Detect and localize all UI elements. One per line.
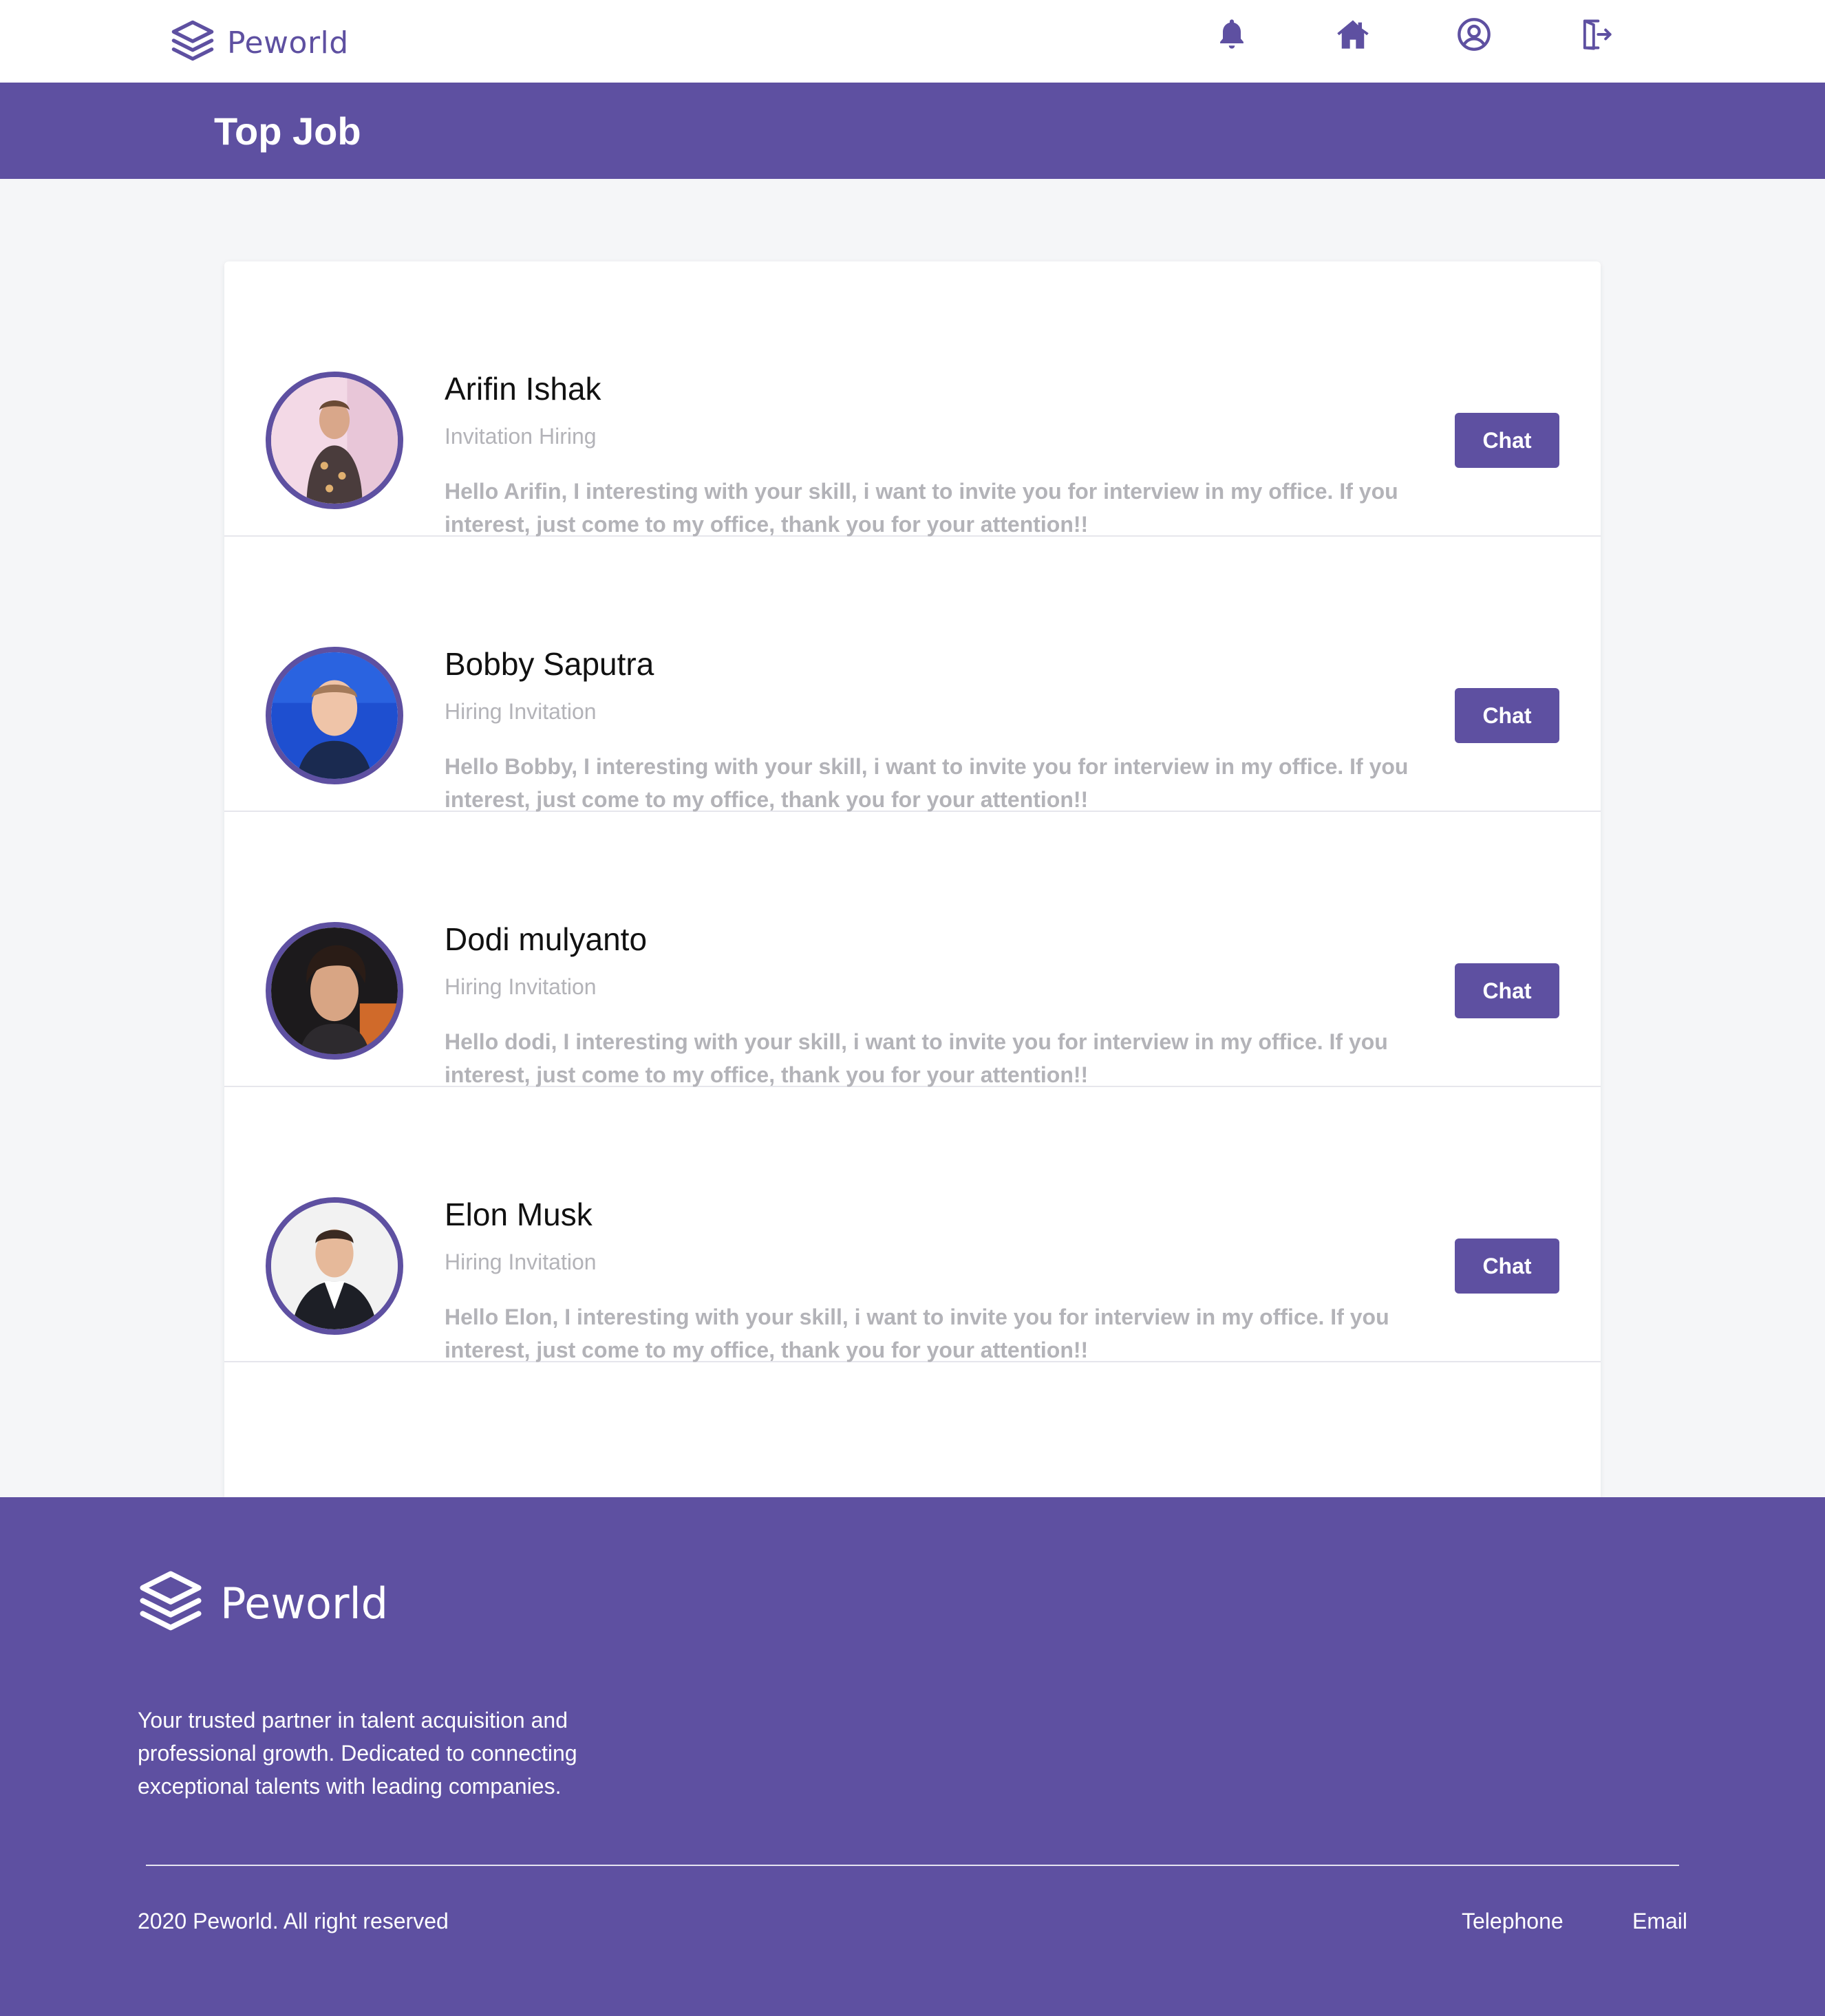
candidate-name: Dodi mulyanto — [445, 921, 648, 957]
candidate-name: Arifin Ishak — [445, 371, 601, 407]
invitation-message: Hello Arifin, I interesting with your sk… — [445, 479, 1398, 537]
invitation-type: Hiring Invitation — [445, 699, 597, 724]
invitation-item: Elon Musk Hiring Invitation Hello Elon, … — [224, 1087, 1601, 1362]
invitation-message: Hello Elon, I interesting with your skil… — [445, 1305, 1389, 1362]
avatar — [266, 1197, 403, 1335]
bell-icon[interactable] — [1213, 15, 1251, 54]
logout-icon[interactable] — [1576, 15, 1614, 54]
invitation-type: Hiring Invitation — [445, 1250, 597, 1274]
footer-description: Your trusted partner in talent acquisiti… — [138, 1708, 577, 1799]
footer-link-email[interactable]: Email — [1632, 1909, 1687, 1934]
page-header: Top Job — [0, 83, 1825, 179]
candidate-name: Bobby Saputra — [445, 646, 654, 682]
footer: Peworld Your trusted partner in talent a… — [0, 1497, 1825, 2016]
invitation-type: Invitation Hiring — [445, 424, 597, 449]
avatar — [266, 647, 403, 784]
invitation-item: Arifin Ishak Invitation Hiring Hello Ari… — [224, 261, 1601, 537]
footer-copyright: 2020 Peworld. All right reserved — [138, 1909, 449, 1933]
footer-brand: Peworld — [136, 1567, 388, 1640]
brand-name: Peworld — [227, 25, 349, 61]
chat-button[interactable]: Chat — [1455, 1238, 1559, 1294]
footer-divider — [146, 1865, 1679, 1866]
invitation-item: Dodi mulyanto Hiring Invitation Hello do… — [224, 812, 1601, 1087]
user-circle-icon[interactable] — [1455, 15, 1493, 54]
chat-button[interactable]: Chat — [1455, 413, 1559, 468]
chat-button[interactable]: Chat — [1455, 963, 1559, 1018]
avatar — [266, 922, 403, 1060]
navbar-brand[interactable]: Peworld — [169, 18, 349, 68]
invitation-message: Hello dodi, I interesting with your skil… — [445, 1029, 1388, 1087]
navbar: Peworld — [0, 0, 1825, 83]
home-icon[interactable] — [1334, 15, 1372, 54]
footer-brand-name: Peworld — [220, 1578, 389, 1629]
invitation-item: Bobby Saputra Hiring Invitation Hello Bo… — [224, 537, 1601, 812]
layers-logo-icon — [136, 1567, 205, 1640]
layers-logo-icon — [169, 18, 216, 68]
chat-button[interactable]: Chat — [1455, 688, 1559, 743]
footer-link-telephone[interactable]: Telephone — [1462, 1909, 1563, 1934]
invitations-card: Arifin Ishak Invitation Hiring Hello Ari… — [224, 261, 1601, 1497]
invitation-type: Hiring Invitation — [445, 974, 597, 999]
page-title: Top Job — [214, 109, 361, 153]
invitation-message: Hello Bobby, I interesting with your ski… — [445, 754, 1409, 812]
candidate-name: Elon Musk — [445, 1197, 593, 1232]
avatar — [266, 372, 403, 509]
